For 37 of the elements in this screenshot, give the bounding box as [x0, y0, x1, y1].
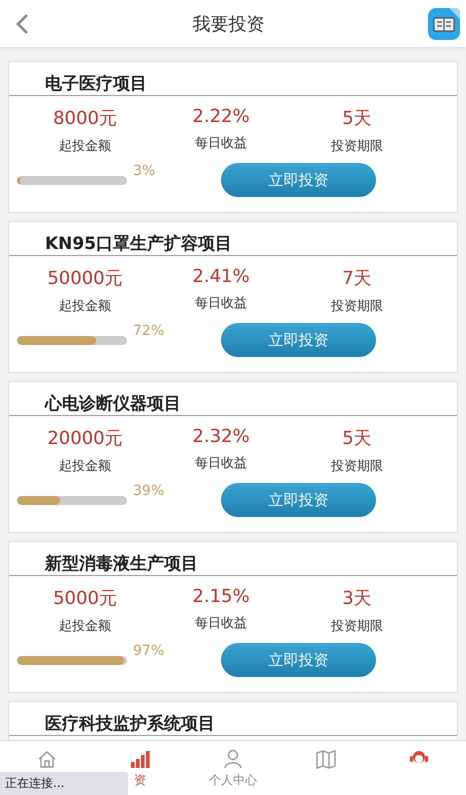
project-title: 新型消毒液生产项目: [9, 542, 457, 576]
stat-label: 投资期限: [331, 298, 383, 315]
investment-term: 3天: [342, 587, 372, 610]
stat-label: 每日收益: [195, 615, 247, 632]
page-title: 我要投资: [192, 12, 264, 36]
stat-label: 投资期限: [331, 618, 383, 635]
project-title: 医疗科技监护系统项目: [9, 702, 457, 736]
nav-label: 个人中心: [208, 772, 257, 789]
progress-percent: 39%: [133, 483, 166, 499]
stat-label: 起投金额: [59, 458, 111, 475]
progress-percent: 97%: [133, 643, 166, 659]
stat-label: 每日收益: [195, 455, 247, 472]
daily-return: 2.22%: [192, 106, 250, 127]
investment-term: 5天: [342, 427, 372, 450]
investment-term: 7天: [342, 267, 372, 290]
stat-label: 每日收益: [195, 135, 247, 152]
progress-percent: 72%: [133, 323, 166, 339]
min-investment: 8000元: [53, 107, 117, 130]
progress-percent: 3%: [133, 163, 156, 179]
stat-label: 投资期限: [331, 138, 383, 155]
stat-label: 起投金额: [59, 298, 111, 315]
daily-return: 2.32%: [192, 426, 250, 447]
nav-label: 资: [134, 772, 146, 789]
stat-label: 起投金额: [59, 618, 111, 635]
project-title: KN95口罩生产扩容项目: [9, 222, 457, 256]
min-investment: 20000元: [47, 427, 123, 450]
project-title: 心电诊断仪器项目: [9, 382, 457, 416]
project-title: 电子医疗项目: [9, 62, 457, 96]
min-investment: 5000元: [53, 587, 117, 610]
connecting-toast: 正在连接...: [0, 772, 128, 795]
min-investment: 50000元: [47, 267, 123, 290]
stat-label: 投资期限: [331, 458, 383, 475]
investment-term: 5天: [342, 107, 372, 130]
daily-return: 2.41%: [192, 266, 250, 287]
stat-label: 每日收益: [195, 295, 247, 312]
daily-return: 2.15%: [192, 586, 250, 607]
stat-label: 起投金额: [59, 138, 111, 155]
